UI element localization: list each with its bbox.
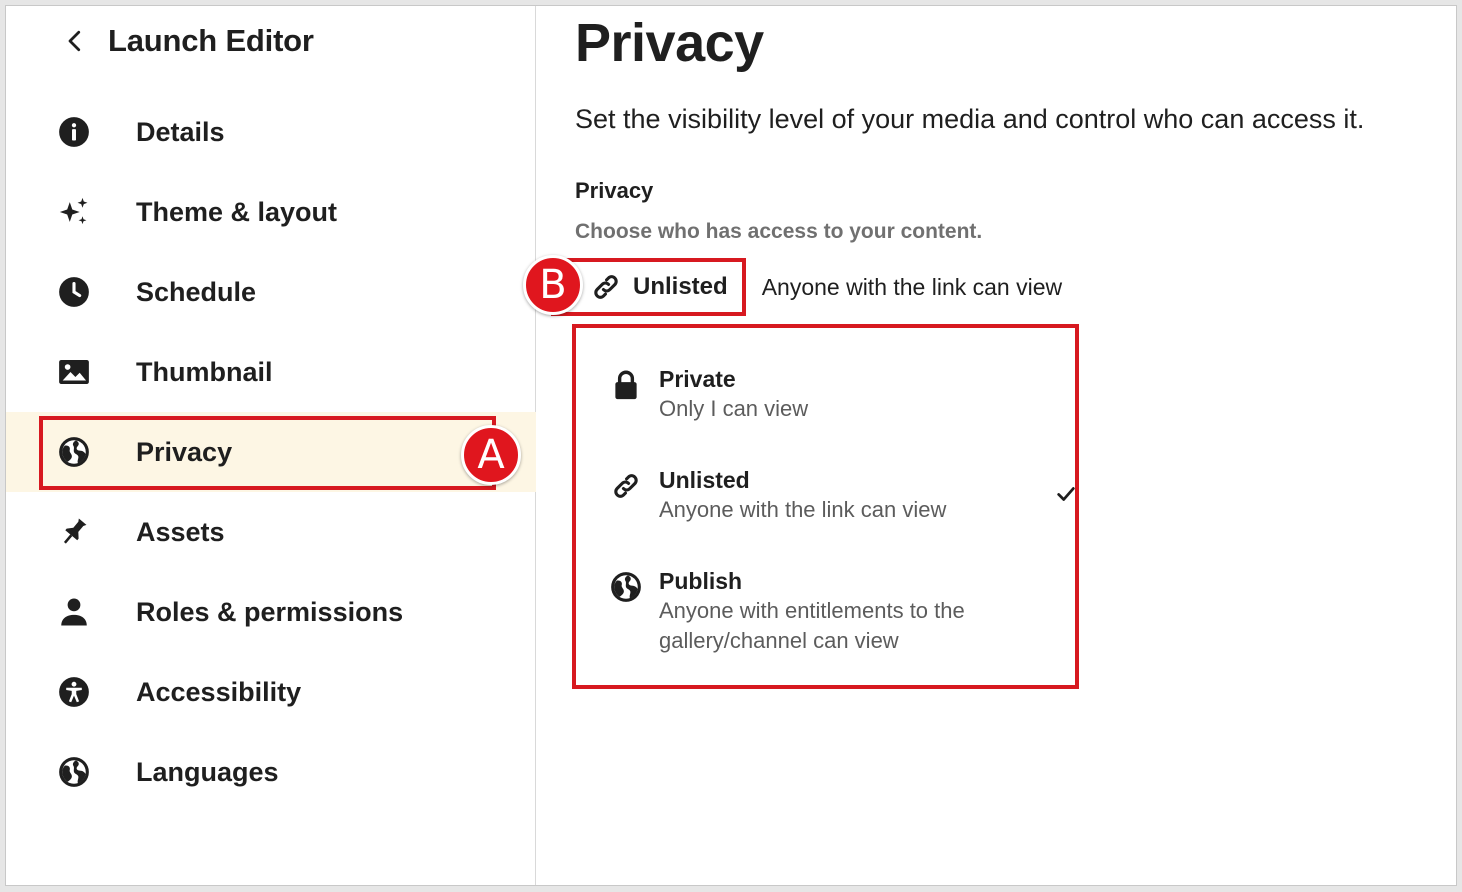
accessibility-icon [56,674,92,710]
person-icon [56,594,92,630]
sidebar-item-label: Thumbnail [136,356,273,387]
annotation-badge-a: A [461,425,521,485]
privacy-dropdown-button[interactable]: Unlisted [589,260,742,314]
info-icon [56,114,92,150]
chevron-left-icon [68,30,81,52]
globe-icon [56,434,92,470]
privacy-option-publish[interactable]: Publish Anyone with entitlements to the … [609,566,1059,656]
app-window: Launch Editor Details Theme & layout Sch… [5,5,1457,886]
page-description: Set the visibility level of your media a… [575,104,1365,134]
clock-icon [56,274,92,310]
annotation-badge-b: B [523,255,583,315]
option-description: Only I can view [659,396,809,421]
option-description: Anyone with entitlements to the gallery/… [659,598,965,653]
sidebar-item-accessibility[interactable]: Accessibility [6,652,536,732]
sidebar-item-label: Languages [136,756,279,787]
sidebar-item-privacy[interactable]: Privacy [6,412,536,492]
privacy-option-unlisted[interactable]: Unlisted Anyone with the link can view [609,465,1075,525]
privacy-current-row: Unlisted Anyone with the link can view [589,260,1062,314]
image-icon [56,354,92,390]
privacy-option-private[interactable]: Private Only I can view [609,364,1059,424]
sidebar-item-thumbnail[interactable]: Thumbnail [6,332,536,412]
sidebar: Launch Editor Details Theme & layout Sch… [6,6,536,885]
sparkle-icon [56,194,92,230]
sidebar-item-label: Accessibility [136,676,302,707]
sidebar-item-label: Privacy [136,436,233,467]
sidebar-item-label: Roles & permissions [136,596,404,627]
page-title: Privacy [575,13,764,73]
sidebar-item-label: Schedule [136,276,257,307]
sidebar-nav: Details Theme & layout Schedule Thumbnai… [6,92,536,812]
section-subtitle: Choose who has access to your content. [575,220,983,243]
sidebar-item-label: Assets [136,516,225,547]
sidebar-item-assets[interactable]: Assets [6,492,536,572]
globe-icon [56,754,92,790]
sidebar-item-roles-permissions[interactable]: Roles & permissions [6,572,536,652]
back-button[interactable]: Launch Editor [60,18,314,64]
link-icon [594,275,618,299]
sidebar-item-languages[interactable]: Languages [6,732,536,812]
sidebar-item-label: Details [136,116,225,147]
option-name: Private [659,366,736,392]
checkmark-icon [1057,487,1075,501]
pin-icon [56,514,92,550]
sidebar-item-label: Theme & layout [136,196,338,227]
section-title: Privacy [575,178,654,203]
link-icon [609,469,645,505]
sidebar-item-schedule[interactable]: Schedule [6,252,536,332]
lock-icon [609,368,645,404]
main-panel: Privacy Set the visibility level of your… [537,6,1456,885]
option-name: Publish [659,568,743,594]
privacy-dropdown-menu: Private Only I can view Unlisted Anyone … [577,328,1077,686]
option-name: Unlisted [659,467,750,493]
globe-icon [609,570,645,606]
privacy-current-label: Unlisted [633,273,728,300]
sidebar-item-details[interactable]: Details [6,92,536,172]
back-title: Launch Editor [108,23,314,58]
sidebar-item-theme-layout[interactable]: Theme & layout [6,172,536,252]
privacy-current-description: Anyone with the link can view [761,273,1063,300]
option-description: Anyone with the link can view [659,497,947,522]
